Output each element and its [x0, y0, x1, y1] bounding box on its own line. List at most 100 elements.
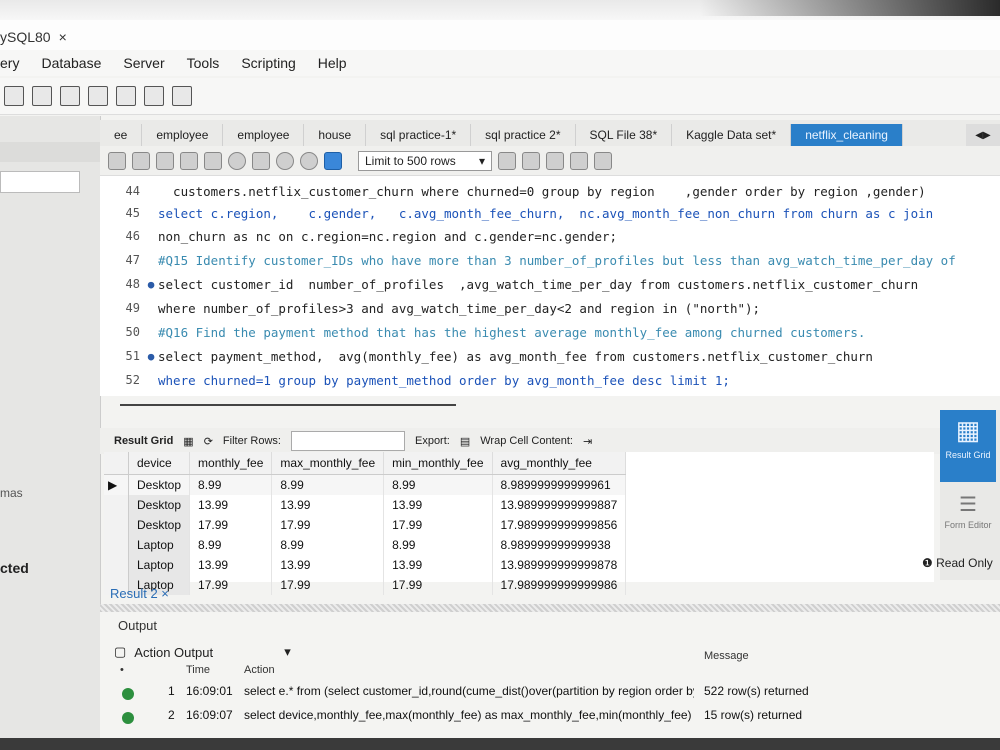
limit-rows-select[interactable]: Limit to 500 rows ▾	[358, 150, 492, 171]
table-cell[interactable]: 13.989999999999887	[492, 495, 627, 515]
grid-view-icon[interactable]: ▦	[183, 435, 193, 448]
tab-kaggle-data-set[interactable]: Kaggle Data set*	[672, 124, 792, 146]
table-cell[interactable]: 17.99	[383, 575, 493, 595]
navigator-panel: mas cted	[0, 116, 101, 750]
editor-horizontal-scrollbar[interactable]	[120, 404, 456, 406]
column-header[interactable]: monthly_fee	[189, 452, 273, 475]
table-cell[interactable]: 8.989999999999938	[492, 535, 627, 555]
new-sql-tab-icon[interactable]	[4, 86, 24, 106]
filter-rows-input[interactable]	[290, 431, 405, 451]
menu-server[interactable]: Server	[123, 55, 164, 71]
column-header[interactable]: avg_monthly_fee	[492, 452, 627, 475]
open-inspector-icon[interactable]	[60, 86, 80, 106]
table-cell[interactable]: Laptop	[128, 535, 191, 555]
table-cell[interactable]: 13.99	[189, 555, 273, 575]
tab-house[interactable]: house	[304, 124, 367, 146]
export-icon[interactable]: ▤	[460, 435, 470, 448]
invisible-chars-icon[interactable]	[570, 151, 588, 170]
table-cell[interactable]: Desktop	[128, 495, 191, 515]
panel-splitter[interactable]	[100, 604, 1000, 612]
menu-scripting[interactable]: Scripting	[241, 55, 295, 71]
rollback-icon[interactable]	[300, 151, 318, 170]
tab-scroll-arrows-icon[interactable]: ◀▶	[966, 124, 1000, 146]
table-row[interactable]: ▶ Desktop 8.99 8.99 8.99 8.9899999999999…	[104, 474, 627, 495]
result-grid-label[interactable]: Result Grid	[114, 435, 173, 447]
form-editor-side-button[interactable]: ☰ Form Editor	[940, 490, 996, 550]
tab-employee-1[interactable]: employee	[142, 124, 224, 146]
wrap-lines-icon[interactable]	[594, 151, 612, 170]
autocommit-icon[interactable]	[324, 151, 342, 170]
table-row[interactable]: Laptop 17.99 17.99 17.99 17.989999999999…	[104, 575, 627, 595]
tab-sql-practice-2[interactable]: sql practice 2*	[471, 124, 576, 146]
save-icon[interactable]	[132, 151, 150, 170]
table-cell[interactable]: 8.99	[189, 474, 273, 495]
tab-sql-file-38[interactable]: SQL File 38*	[576, 124, 673, 146]
table-cell[interactable]: Desktop	[128, 515, 191, 535]
column-header[interactable]: max_monthly_fee	[271, 452, 385, 475]
result-2-tab[interactable]: Result 2 ×	[110, 586, 169, 601]
menu-database[interactable]: Database	[41, 55, 101, 71]
wrap-cell-icon[interactable]: ⇥	[583, 435, 592, 448]
reconnect-icon[interactable]	[172, 86, 192, 106]
table-cell[interactable]: 17.989999999999856	[492, 515, 627, 535]
open-file-icon[interactable]	[108, 151, 126, 170]
refresh-icon[interactable]: ⟳	[204, 435, 213, 448]
table-row[interactable]: Laptop 8.99 8.99 8.99 8.989999999999938	[104, 535, 627, 555]
menu-tools[interactable]: Tools	[187, 55, 220, 71]
close-icon[interactable]: ×	[59, 29, 67, 45]
table-cell[interactable]: 13.99	[271, 495, 385, 515]
table-row[interactable]: Laptop 13.99 13.99 13.99 13.989999999999…	[104, 555, 627, 575]
table-cell[interactable]: 17.99	[271, 515, 385, 535]
table-cell[interactable]: Laptop	[128, 555, 191, 575]
output-mode-selector[interactable]: ▢ Action Output ▾	[114, 640, 994, 664]
result-grid-side-button[interactable]: ▦ Result Grid	[940, 410, 996, 482]
execute-icon[interactable]	[156, 151, 174, 170]
tab-sql-practice-1[interactable]: sql practice-1*	[366, 124, 472, 146]
output-row-message: 15 row(s) returned	[704, 708, 803, 722]
table-cell[interactable]: 8.989999999999961	[492, 474, 627, 495]
table-cell[interactable]: 13.99	[383, 555, 493, 575]
tab-netflix-cleaning[interactable]: netflix_cleaning	[791, 124, 903, 146]
table-cell[interactable]: 17.99	[189, 575, 273, 595]
create-schema-icon[interactable]	[88, 86, 108, 106]
output-row[interactable]: 2 16:09:07 select device,monthly_fee,max…	[114, 708, 994, 730]
sql-editor[interactable]: 44 customers.netflix_customer_churn wher…	[100, 176, 1000, 406]
search-table-icon[interactable]	[144, 86, 164, 106]
table-cell[interactable]: 8.99	[189, 535, 273, 555]
beautify-icon[interactable]	[522, 151, 540, 170]
commit-icon[interactable]	[276, 151, 294, 170]
execute-statement-icon[interactable]	[180, 151, 198, 170]
table-cell[interactable]: 8.99	[271, 474, 385, 495]
find-icon[interactable]	[546, 151, 564, 170]
table-cell[interactable]: 8.99	[383, 474, 493, 495]
table-row[interactable]: Desktop 17.99 17.99 17.99 17.98999999999…	[104, 515, 627, 535]
table-cell[interactable]: Desktop	[128, 474, 191, 495]
window-tab[interactable]: ySQL80 ×	[0, 24, 79, 50]
bookmark-star-icon[interactable]	[498, 151, 516, 170]
table-cell[interactable]: 8.99	[383, 535, 493, 555]
toggle-error-icon[interactable]	[252, 151, 270, 170]
table-row[interactable]: Desktop 13.99 13.99 13.99 13.98999999999…	[104, 495, 627, 515]
table-cell[interactable]: 17.99	[383, 515, 493, 535]
table-cell[interactable]: 13.99	[271, 555, 385, 575]
menu-query[interactable]: ery	[0, 55, 19, 71]
open-sql-script-icon[interactable]	[32, 86, 52, 106]
table-cell[interactable]: 13.989999999999878	[492, 555, 627, 575]
table-cell[interactable]: 13.99	[189, 495, 273, 515]
table-cell[interactable]: 17.99	[271, 575, 385, 595]
explain-icon[interactable]	[204, 151, 222, 170]
navigator-filter-input[interactable]	[0, 171, 80, 193]
table-cell[interactable]: 17.989999999999986	[492, 575, 627, 595]
tab-employee-2[interactable]: employee	[223, 124, 305, 146]
create-table-icon[interactable]	[116, 86, 136, 106]
table-cell[interactable]: 17.99	[189, 515, 273, 535]
table-cell[interactable]: 8.99	[271, 535, 385, 555]
schemas-tab-label[interactable]: mas	[0, 486, 23, 500]
tab-partial[interactable]: ee	[100, 124, 143, 146]
menu-help[interactable]: Help	[318, 55, 347, 71]
output-row[interactable]: 1 16:09:01 select e.* from (select custo…	[114, 684, 994, 706]
table-cell[interactable]: 13.99	[383, 495, 493, 515]
stop-icon[interactable]	[228, 151, 246, 170]
column-header[interactable]: min_monthly_fee	[383, 452, 493, 475]
column-header[interactable]: device	[128, 452, 191, 475]
